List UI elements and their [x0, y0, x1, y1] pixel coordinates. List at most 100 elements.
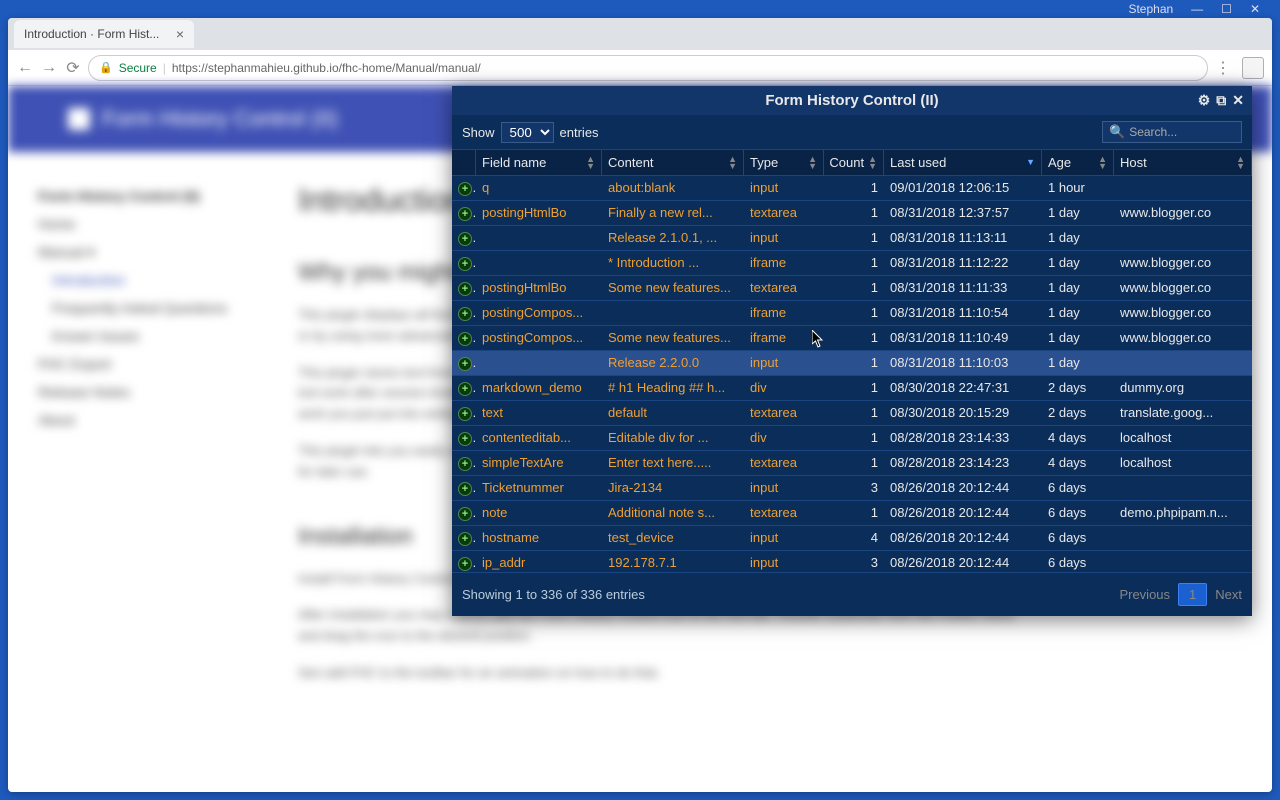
search-box[interactable]: 🔍: [1102, 121, 1242, 143]
table-row[interactable]: +Release 2.1.0.1, ...input108/31/2018 11…: [452, 226, 1252, 251]
expand-button[interactable]: +: [452, 501, 476, 525]
table-row[interactable]: +* Introduction ...iframe108/31/2018 11:…: [452, 251, 1252, 276]
cell-lastused: 08/26/2018 20:12:44: [884, 526, 1042, 550]
cell-age: 1 day: [1042, 226, 1114, 250]
cell-type: input: [744, 476, 824, 500]
next-button[interactable]: Next: [1215, 587, 1242, 602]
expand-button[interactable]: +: [452, 451, 476, 475]
table-row[interactable]: +hostnametest_deviceinput408/26/2018 20:…: [452, 526, 1252, 551]
cell-count: 4: [824, 526, 884, 550]
expand-button[interactable]: +: [452, 326, 476, 350]
cell-lastused: 08/31/2018 11:11:33: [884, 276, 1042, 300]
expand-button[interactable]: +: [452, 526, 476, 550]
settings-icon[interactable]: ⚙: [1198, 92, 1211, 109]
expand-button[interactable]: +: [452, 401, 476, 425]
cell-age: 2 days: [1042, 376, 1114, 400]
cell-content: Jira-2134: [602, 476, 744, 500]
cell-lastused: 08/31/2018 11:12:22: [884, 251, 1042, 275]
expand-button[interactable]: +: [452, 276, 476, 300]
table-row[interactable]: +postingHtmlBoSome new features...textar…: [452, 276, 1252, 301]
plus-icon: +: [458, 207, 472, 221]
back-icon[interactable]: ←: [16, 59, 34, 77]
page-size-select[interactable]: 500: [501, 122, 554, 143]
expand-button[interactable]: +: [452, 201, 476, 225]
reload-icon[interactable]: ⟳: [64, 59, 82, 77]
cell-count: 1: [824, 451, 884, 475]
cell-age: 1 day: [1042, 351, 1114, 375]
cell-fieldname: [476, 351, 602, 375]
popup-title: Form History Control (II): [765, 92, 938, 109]
cell-host: www.blogger.co: [1114, 301, 1252, 325]
tab-bar: Introduction · Form Hist... ×: [8, 18, 1272, 50]
cell-lastused: 08/31/2018 11:10:49: [884, 326, 1042, 350]
show-label: Show: [462, 125, 495, 140]
expand-button[interactable]: +: [452, 301, 476, 325]
prev-button[interactable]: Previous: [1119, 587, 1170, 602]
url-field[interactable]: 🔒 Secure | https://stephanmahieu.github.…: [88, 55, 1208, 81]
cell-host: localhost: [1114, 426, 1252, 450]
table-body: +qabout:blankinput109/01/2018 12:06:151 …: [452, 176, 1252, 572]
table-row[interactable]: +Release 2.2.0.0input108/31/2018 11:10:0…: [452, 351, 1252, 376]
cell-age: 1 day: [1042, 201, 1114, 225]
cell-content: Finally a new rel...: [602, 201, 744, 225]
cell-lastused: 08/31/2018 11:13:11: [884, 226, 1042, 250]
table-row[interactable]: +contenteditab...Editable div for ...div…: [452, 426, 1252, 451]
cell-host: [1114, 551, 1252, 572]
cell-age: 6 days: [1042, 526, 1114, 550]
cell-lastused: 08/31/2018 12:37:57: [884, 201, 1042, 225]
col-age[interactable]: Age▲▼: [1042, 150, 1114, 175]
col-type[interactable]: Type▲▼: [744, 150, 824, 175]
table-row[interactable]: +textdefaulttextarea108/30/2018 20:15:29…: [452, 401, 1252, 426]
expand-button[interactable]: +: [452, 176, 476, 200]
extension-icon[interactable]: [1242, 57, 1264, 79]
table-row[interactable]: +postingCompos...Some new features...ifr…: [452, 326, 1252, 351]
table-row[interactable]: +TicketnummerJira-2134input308/26/2018 2…: [452, 476, 1252, 501]
cell-type: textarea: [744, 401, 824, 425]
expand-button[interactable]: +: [452, 226, 476, 250]
plus-icon: +: [458, 557, 472, 571]
cell-fieldname: ip_addr: [476, 551, 602, 572]
cell-fieldname: [476, 226, 602, 250]
table-row[interactable]: +ip_addr192.178.7.1input308/26/2018 20:1…: [452, 551, 1252, 572]
search-input[interactable]: [1129, 125, 1235, 139]
table-footer: Showing 1 to 336 of 336 entries Previous…: [452, 572, 1252, 616]
browser-tab[interactable]: Introduction · Form Hist... ×: [14, 20, 194, 48]
col-lastused[interactable]: Last used▼: [884, 150, 1042, 175]
col-content[interactable]: Content▲▼: [602, 150, 744, 175]
expand-button[interactable]: +: [452, 426, 476, 450]
close-icon[interactable]: ✕: [1232, 92, 1244, 109]
cell-host: www.blogger.co: [1114, 201, 1252, 225]
close-tab-icon[interactable]: ×: [176, 26, 184, 42]
table-row[interactable]: +postingCompos...iframe108/31/2018 11:10…: [452, 301, 1252, 326]
expand-button[interactable]: +: [452, 351, 476, 375]
search-icon: 🔍: [1109, 124, 1125, 140]
table-row[interactable]: +simpleTextAreEnter text here.....textar…: [452, 451, 1252, 476]
cell-host: www.blogger.co: [1114, 251, 1252, 275]
table-row[interactable]: +markdown_demo# h1 Heading ## h...div108…: [452, 376, 1252, 401]
cell-host: translate.goog...: [1114, 401, 1252, 425]
col-count[interactable]: Count▲▼: [824, 150, 884, 175]
tab-title: Introduction · Form Hist...: [24, 27, 159, 41]
expand-button[interactable]: +: [452, 376, 476, 400]
table-row[interactable]: +qabout:blankinput109/01/2018 12:06:151 …: [452, 176, 1252, 201]
col-host[interactable]: Host▲▼: [1114, 150, 1252, 175]
table-row[interactable]: +postingHtmlBoFinally a new rel...textar…: [452, 201, 1252, 226]
cell-host: [1114, 226, 1252, 250]
plus-icon: +: [458, 457, 472, 471]
col-fieldname[interactable]: Field name▲▼: [476, 150, 602, 175]
page-number[interactable]: 1: [1178, 583, 1207, 606]
expand-button[interactable]: +: [452, 251, 476, 275]
os-window-caption: Stephan—☐✕: [1128, 2, 1260, 16]
plus-icon: +: [458, 382, 472, 396]
cell-fieldname: hostname: [476, 526, 602, 550]
forward-icon[interactable]: →: [40, 59, 58, 77]
table-row[interactable]: +noteAdditional note s...textarea108/26/…: [452, 501, 1252, 526]
cell-content: Release 2.1.0.1, ...: [602, 226, 744, 250]
cell-type: textarea: [744, 276, 824, 300]
expand-button[interactable]: +: [452, 551, 476, 572]
cell-count: 1: [824, 401, 884, 425]
menu-icon[interactable]: ⋮: [1214, 59, 1232, 77]
expand-button[interactable]: +: [452, 476, 476, 500]
cell-age: 6 days: [1042, 476, 1114, 500]
popout-icon[interactable]: ⧉: [1216, 92, 1226, 109]
